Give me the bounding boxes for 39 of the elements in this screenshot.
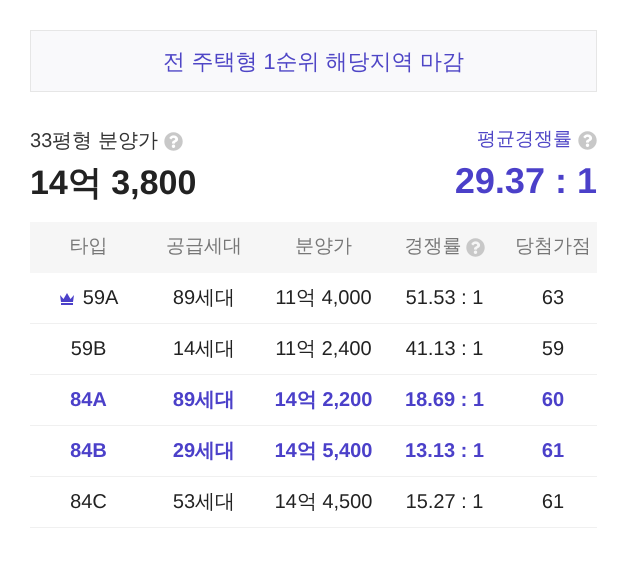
table-cell-text: 84C [70,490,107,515]
table-cell-text: 15.27 : 1 [406,490,484,515]
column-header: 공급세대 [166,235,242,260]
help-icon[interactable] [164,132,183,150]
help-icon[interactable] [578,130,597,150]
table-cell-text: 14억 2,200 [274,388,372,413]
table-cell-text: 14세대 [172,337,236,362]
table-cell-text: 41.13 : 1 [406,337,484,362]
table-cell-text: 18.69 : 1 [405,388,484,413]
table-cell-text: 84B [70,439,107,464]
table-cell-text: 59A [82,286,118,311]
table-cell-text: 61 [542,490,564,515]
price-label: 33평형 분양가 [30,129,158,154]
table-cell-text: 63 [542,286,564,311]
column-header: 경쟁률 [404,235,462,260]
table-cell-text: 89세대 [172,286,236,311]
table-cell-text: 60 [542,388,564,413]
average-competition-label: 평균경쟁률 [477,128,572,152]
average-competition-value: 29.37 : 1 [454,158,597,202]
table-cell-text: 14억 5,400 [274,439,372,464]
table-cell-text: 89세대 [172,388,236,413]
column-header: 분양가 [295,235,352,260]
table-cell-text: 61 [542,439,564,464]
column-header: 타입 [70,235,108,260]
table-cell-text: 59 [542,337,564,362]
table-cell-text: 11억 4,000 [275,286,372,311]
table-cell-text: 59B [70,337,106,362]
table-cell-text: 11억 2,400 [275,337,372,362]
table-cell-text: 51.53 : 1 [406,286,484,311]
price-value: 14억 3,800 [30,163,196,204]
table-cell-text: 14억 4,500 [274,490,372,515]
table-cell-text: 13.13 : 1 [405,439,484,464]
table-cell-text: 84A [70,388,107,413]
crown-icon [58,292,75,304]
notice-text: 전 주택형 1순위 해당지역 마감 [163,48,464,76]
table-cell-text: 53세대 [172,490,236,515]
column-header: 당첨가점 [515,235,591,260]
help-icon[interactable] [466,238,484,257]
table-cell-text: 29세대 [172,439,236,464]
